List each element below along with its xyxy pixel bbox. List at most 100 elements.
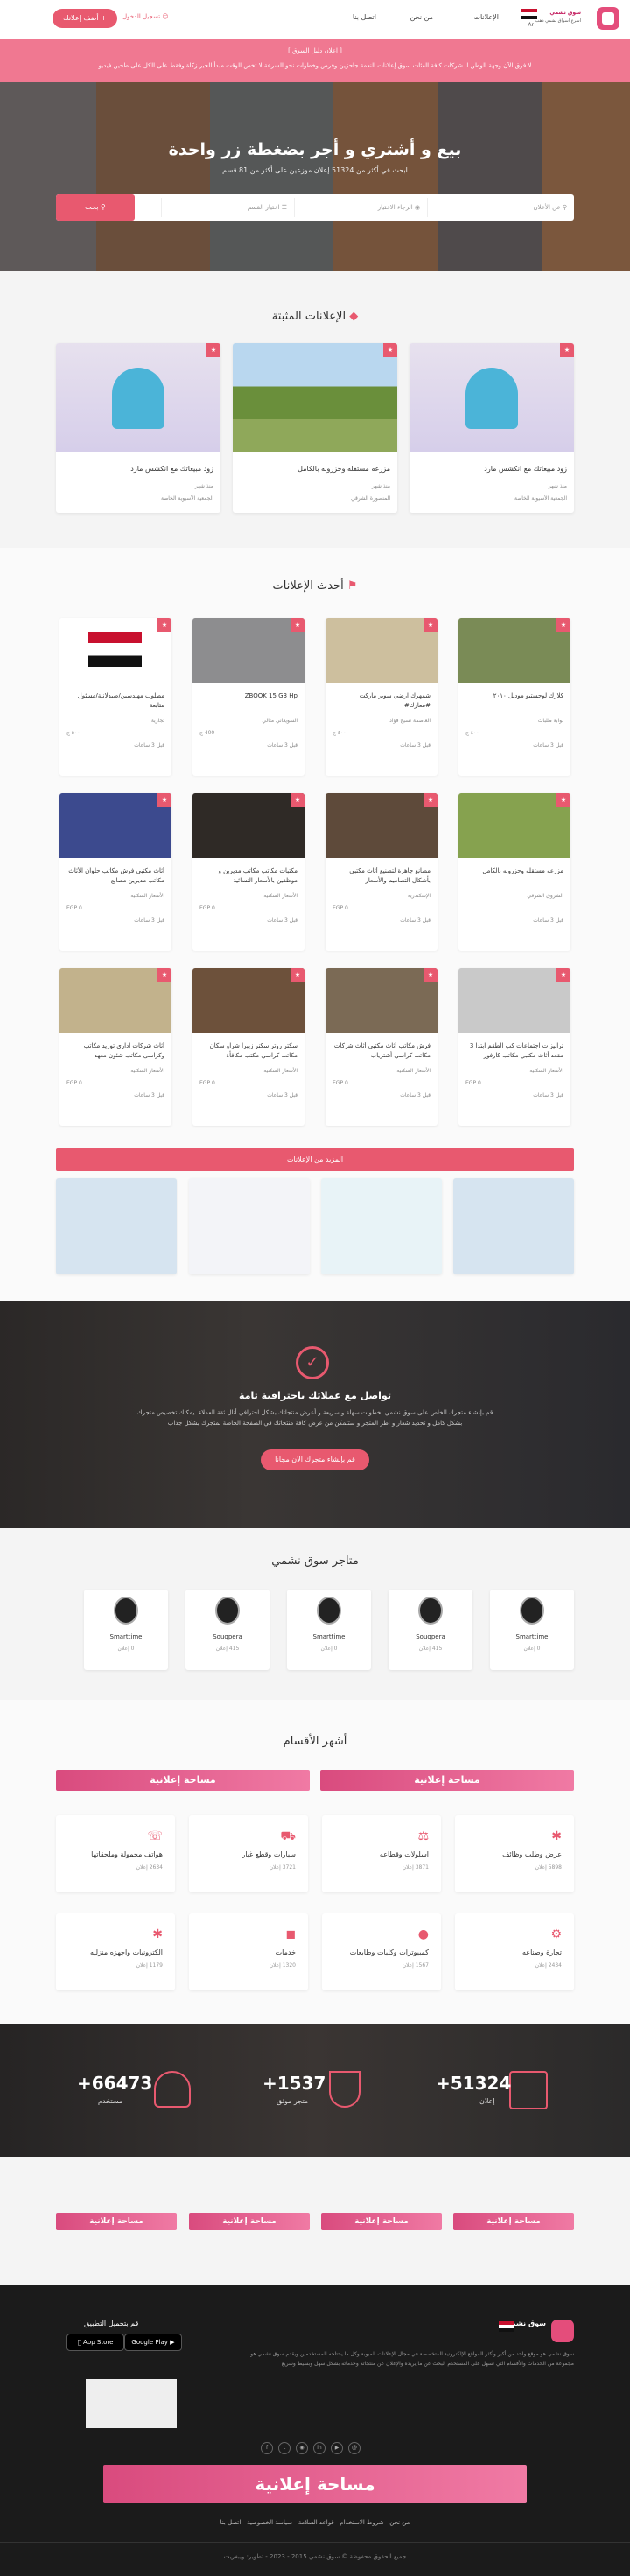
facebook-icon[interactable]: f [261,2442,273,2454]
footer-link-terms[interactable]: شروط الاستخدام [340,2519,383,2526]
language-switch[interactable]: Ar [528,21,534,29]
store-card[interactable]: Souqpera 415 إعلان [388,1590,472,1670]
ad-space-small[interactable]: مساحة إعلانية [189,2213,310,2230]
ad-card[interactable]: ★ أثاث مكتبي فرش مكاتب حلوان الأثاث مكاتب… [60,793,172,951]
linkedin-icon[interactable]: in [313,2442,326,2454]
category-card[interactable]: ⚙ تجارة وصناعه 2434 إعلان [455,1913,574,1990]
email-icon[interactable]: @ [348,2442,360,2454]
ad-card[interactable]: ★ مزرعه مستقله وحزرونه بالكامل الشروق الشر… [458,793,570,951]
more-ads-button[interactable]: المزيد من الإعلانات [56,1148,574,1171]
app-store-button[interactable]:  App Store [66,2334,124,2351]
city-placeholder: الرجاء الاختيار [377,204,413,211]
store-logo [114,1597,138,1625]
ad-image [56,343,220,452]
category-count: 3871 إعلان [402,1864,429,1871]
ad-price: 400 ج [200,730,215,736]
footer-link-privacy[interactable]: سياسة الخصوصية [247,2519,292,2526]
site-logo[interactable] [584,7,620,32]
ad-image [60,968,172,1033]
category-count: 1179 إعلان [136,1962,163,1969]
ad-image [233,343,397,452]
genie-shape [466,368,518,429]
category-count: 2634 إعلان [136,1864,163,1871]
ad-price: ٤٠٠ ج [332,730,346,736]
city-select[interactable]: ◉ الرجاء الاختيار [294,198,427,217]
store-card[interactable]: Souqpera 415 إعلان [186,1590,270,1670]
promo-image[interactable] [321,1178,442,1274]
add-ad-button[interactable]: + أضف إعلانك [52,9,117,28]
nav-link-ads[interactable]: الإعلانات [473,13,499,21]
banner-text: لا فرق الآن وجهة الوطن لـ شركات كافة الف… [98,62,532,69]
ad-image [192,968,304,1033]
featured-card[interactable]: ★ زود مبيعاتك مع انكشس مارد منذ شهر الجم… [410,343,574,513]
ad-location: المنصورة الشرقي [350,495,390,502]
category-card[interactable]: ◼ خدمات 1320 إعلان [189,1913,308,1990]
gift-icon [509,2071,548,2109]
ad-card[interactable]: ★ مكتبات مكاتب مكاتب مديرين و موظفين بالأ… [192,793,304,951]
ad-card[interactable]: ★ شمهرك ارضي سوبر ماركت #معارك# العاصمة نس… [326,618,438,776]
stat-value-users: +66473 [77,2073,153,2094]
ad-image [458,968,570,1033]
category-count: 3721 إعلان [269,1864,296,1871]
ad-card[interactable]: ★ ترابيزات اجتماعات كب الطقم ابتدا 3 مقعد… [458,968,570,1126]
youtube-icon[interactable]: ▶ [331,2442,343,2454]
ad-image [192,618,304,683]
category-card[interactable]: ⛟ سيارات وقطع غيار 3721 إعلان [189,1815,308,1892]
nav-link-contact[interactable]: اتصل بنا [353,13,376,21]
featured-card[interactable]: ★ زود مبيعاتك مع انكشس مارد منذ شهر الجم… [56,343,220,513]
google-play-button[interactable]: ▶ Google Play [124,2334,182,2351]
login-link[interactable]: ☺ تسجيل الدخول [122,13,169,20]
ad-image [410,343,574,452]
egypt-flag-icon [499,2321,514,2332]
apple-icon: ● [417,1927,429,1941]
featured-card[interactable]: ★ مزرعه مستقله وحزرونه بالكامل منذ شهر ا… [233,343,397,513]
store-card[interactable]: Smarttime 0 إعلان [490,1590,574,1670]
twitter-icon[interactable]: t [278,2442,290,2454]
promo-image[interactable] [189,1178,310,1274]
ad-views: منذ شهر [194,483,214,489]
category-card[interactable]: ☏ هواتف محمولة وملحقاتها 2634 إعلان [56,1815,175,1892]
create-store-button[interactable]: قم بإنشاء متجرك الآن مجانا [261,1449,369,1470]
ad-card[interactable]: ★ كلارك لوجستيو موديل ٢٠١٠ بوابة طلبات ٤٠٠ … [458,618,570,776]
ad-card[interactable]: ★ أثاث شركات ادارى توريد مكاتب وكراسى مكا… [60,968,172,1126]
ad-space-banner[interactable]: مساحة إعلانية [56,1770,310,1791]
instagram-icon[interactable]: ◉ [296,2442,308,2454]
footer-ad-space[interactable]: مساحة إعلانية [103,2465,527,2503]
store-card[interactable]: Smarttime 0 إعلان [84,1590,168,1670]
ad-space-small[interactable]: مساحة إعلانية [56,2213,177,2230]
ad-time: قبل 3 ساعات [267,917,298,923]
egypt-flag-icon[interactable] [522,9,537,19]
footer-link-about[interactable]: من نحن [389,2519,410,2526]
ad-card[interactable]: ★ ZBOOK 15 G3 Hp السويعاني مثالي 400 ج قبل 3… [192,618,304,776]
ad-time: قبل 3 ساعات [134,1092,164,1098]
ad-location: الأسعار السكنية [396,1068,430,1074]
footer-link-contact[interactable]: اتصل بنا [220,2519,242,2526]
ad-time: قبل 3 ساعات [267,742,298,748]
ad-space-small[interactable]: مساحة إعلانية [321,2213,442,2230]
footer-logo[interactable] [551,2320,574,2342]
category-card[interactable]: ✱ الكترونيات واجهزه منزليه 1179 إعلان [56,1913,175,1990]
ad-card[interactable]: ★ مصانع جاهزة لتصنيع أثاث مكتبي بأشكال ال… [326,793,438,951]
pin-badge-icon: ★ [556,618,570,632]
promo-image[interactable] [453,1178,574,1274]
ad-card[interactable]: ★ سكتر روتر سكنر زيبرا شراو سكان مكاتب كر… [192,968,304,1126]
ad-time: قبل 3 ساعات [533,917,564,923]
category-card[interactable]: ✱ عرض وطلب وظائف 5898 إعلان [455,1815,574,1892]
ad-card[interactable]: ★ فرش مكاتب أثاث مكتبي أثاث شركات مكاتب ك… [326,968,438,1126]
ad-space-banner[interactable]: مساحة إعلانية [320,1770,574,1791]
app-store-label: App Store [80,2339,113,2346]
nav-link-about[interactable]: من نحن [410,13,433,21]
ad-title: زود مبيعاتك مع انكشس مارد [130,465,214,473]
stat-value-stores: +1537 [262,2073,326,2094]
footer-map-image [86,2379,177,2428]
search-button[interactable]: ⚲ بحث [56,194,135,221]
category-select[interactable]: ☰ اختيار القسم [161,198,294,217]
store-card[interactable]: Smarttime 0 إعلان [287,1590,371,1670]
category-card[interactable]: ⚖ اسلولات وقطاعه 3871 إعلان [322,1815,441,1892]
promo-image[interactable] [56,1178,177,1274]
category-card[interactable]: ● كمبيوترات وكلبات وطابعات 1567 إعلان [322,1913,441,1990]
ad-space-small[interactable]: مساحة إعلانية [453,2213,574,2230]
search-keyword-input[interactable]: ⚲ عن الأعلان [427,198,574,217]
footer-link-safety[interactable]: قواعد السلامة [298,2519,334,2526]
car-icon: ⛟ [280,1829,296,1843]
